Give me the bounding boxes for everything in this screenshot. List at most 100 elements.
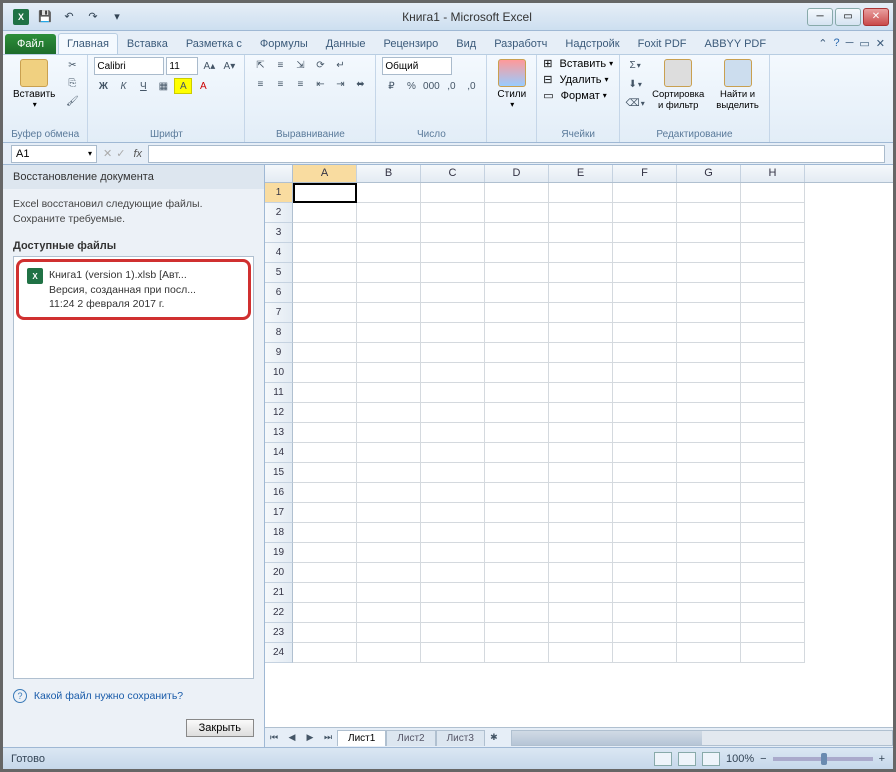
cell[interactable] [613,283,677,303]
cell[interactable] [357,643,421,663]
percent-icon[interactable]: % [402,78,420,94]
cell[interactable] [485,363,549,383]
page-break-view-icon[interactable] [702,752,720,766]
copy-icon[interactable]: ⎘ [63,75,81,91]
cell[interactable] [613,223,677,243]
row-header-15[interactable]: 15 [265,463,293,483]
qat-dropdown-icon[interactable]: ▾ [107,7,127,27]
cell[interactable] [421,303,485,323]
cell[interactable] [421,543,485,563]
cell[interactable] [613,583,677,603]
cell[interactable] [293,383,357,403]
paste-button[interactable]: Вставить ▾ [9,57,59,111]
help-icon[interactable]: ? [833,37,839,50]
cell[interactable] [421,243,485,263]
cell[interactable] [485,203,549,223]
redo-icon[interactable]: ↷ [83,7,103,27]
cell[interactable] [613,383,677,403]
new-sheet-icon[interactable]: ✱ [485,729,503,747]
bold-icon[interactable]: Ж [94,78,112,94]
sheet-nav-prev-icon[interactable]: ◀ [283,729,301,747]
cell[interactable] [549,383,613,403]
grow-font-icon[interactable]: A▴ [200,58,218,74]
shrink-font-icon[interactable]: A▾ [220,58,238,74]
row-header-19[interactable]: 19 [265,543,293,563]
cell[interactable] [421,383,485,403]
cell[interactable] [549,623,613,643]
cell[interactable] [613,563,677,583]
cell[interactable] [613,543,677,563]
cell[interactable] [613,603,677,623]
column-header-H[interactable]: H [741,165,805,182]
cell[interactable] [549,223,613,243]
cell[interactable] [293,283,357,303]
cell[interactable] [421,583,485,603]
orientation-icon[interactable]: ⟳ [311,57,329,73]
cell[interactable] [421,503,485,523]
format-cells-button[interactable]: ▭ Формат▾ [543,89,613,102]
cell[interactable] [485,283,549,303]
zoom-slider[interactable] [773,757,873,761]
cell[interactable] [293,263,357,283]
cell[interactable] [357,283,421,303]
cell[interactable] [613,623,677,643]
cell[interactable] [549,503,613,523]
cell[interactable] [357,383,421,403]
cell[interactable] [677,203,741,223]
cell[interactable] [741,343,805,363]
zoom-in-icon[interactable]: + [879,753,885,765]
tab-foxit[interactable]: Foxit PDF [629,33,696,54]
row-header-8[interactable]: 8 [265,323,293,343]
cell[interactable] [293,603,357,623]
cell[interactable] [485,403,549,423]
cell[interactable] [549,283,613,303]
cell[interactable] [485,443,549,463]
indent-increase-icon[interactable]: ⇥ [331,76,349,92]
cell[interactable] [549,323,613,343]
row-header-17[interactable]: 17 [265,503,293,523]
cell[interactable] [677,323,741,343]
cell[interactable] [741,243,805,263]
cell[interactable] [613,503,677,523]
number-format-select[interactable] [382,57,452,75]
cell[interactable] [613,203,677,223]
align-left-icon[interactable]: ≡ [251,76,269,92]
cell[interactable] [421,483,485,503]
indent-decrease-icon[interactable]: ⇤ [311,76,329,92]
cell[interactable] [741,543,805,563]
delete-cells-button[interactable]: ⊟ Удалить▾ [543,73,613,86]
cell[interactable] [677,583,741,603]
zoom-out-icon[interactable]: − [760,753,766,765]
tab-layout[interactable]: Разметка с [177,33,251,54]
cell[interactable] [485,603,549,623]
tab-addins[interactable]: Надстройк [556,33,628,54]
name-box-dropdown-icon[interactable]: ▾ [88,149,92,158]
cell[interactable] [421,403,485,423]
cell[interactable] [741,303,805,323]
cell[interactable] [741,403,805,423]
cell[interactable] [613,303,677,323]
row-header-9[interactable]: 9 [265,343,293,363]
undo-icon[interactable]: ↶ [59,7,79,27]
cell[interactable] [677,283,741,303]
column-header-C[interactable]: C [421,165,485,182]
cell[interactable] [741,583,805,603]
cell[interactable] [613,323,677,343]
cell[interactable] [741,603,805,623]
cell[interactable] [677,603,741,623]
cut-icon[interactable]: ✂ [63,57,81,73]
cell[interactable] [677,623,741,643]
sheet-nav-last-icon[interactable]: ⏭ [319,729,337,747]
border-icon[interactable]: ▦ [154,78,172,94]
cell[interactable] [485,523,549,543]
cell[interactable] [549,543,613,563]
cell[interactable] [421,523,485,543]
cell[interactable] [357,303,421,323]
cell[interactable] [549,263,613,283]
cell[interactable] [485,243,549,263]
cell[interactable] [677,223,741,243]
font-color-icon[interactable]: A [194,78,212,94]
cell[interactable] [357,343,421,363]
cell[interactable] [677,543,741,563]
cell[interactable] [741,503,805,523]
